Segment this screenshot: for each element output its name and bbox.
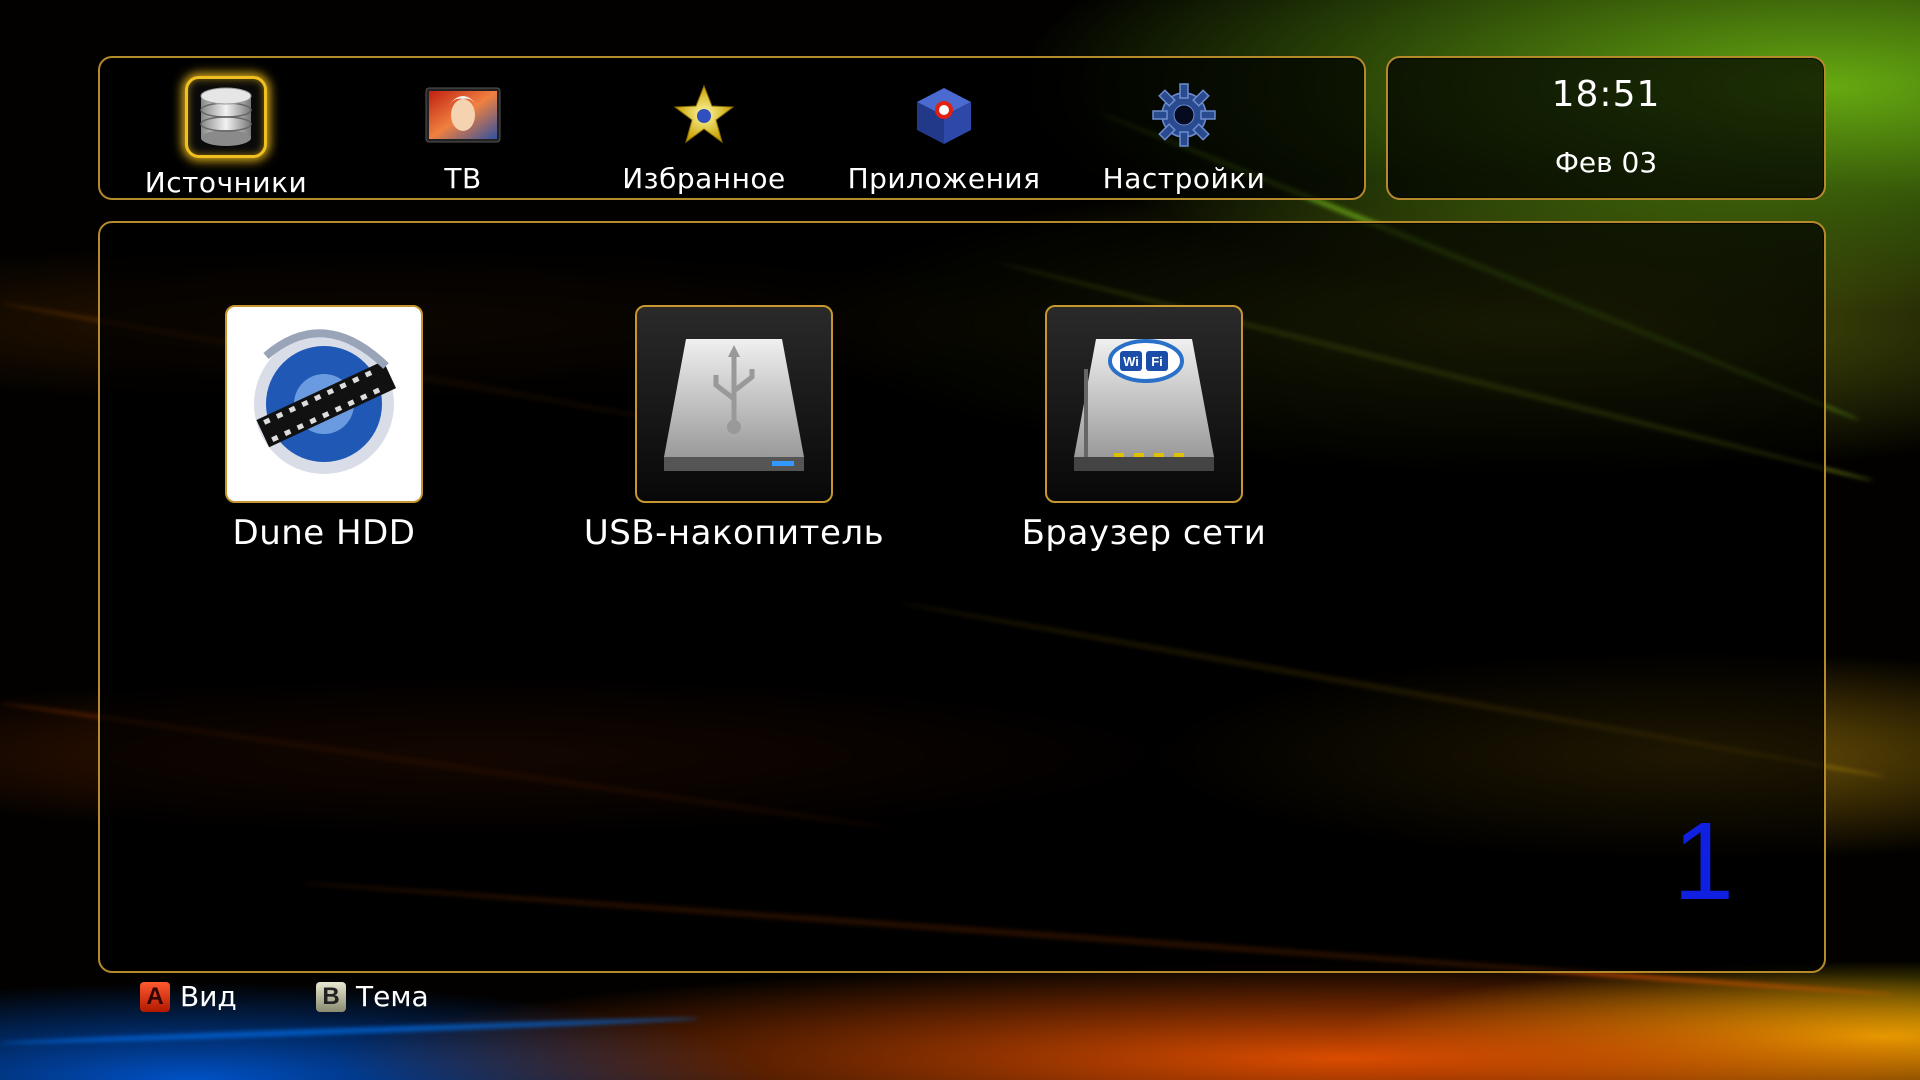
- wifi-router-icon: Wi Fi: [1045, 305, 1243, 503]
- clock-time: 18:51: [1551, 74, 1661, 115]
- page-number: 1: [1672, 800, 1734, 923]
- hint-view[interactable]: A Вид: [140, 980, 237, 1013]
- a-key-icon: A: [140, 981, 170, 1012]
- hint-theme[interactable]: B Тема: [316, 980, 429, 1013]
- nav-item-label: Приложения: [847, 162, 1041, 195]
- star-icon: [665, 76, 743, 154]
- database-icon: [185, 76, 267, 158]
- usb-drive-icon: [635, 305, 833, 503]
- apps-cube-icon: [905, 76, 983, 154]
- nav-item-label: Источники: [144, 166, 308, 199]
- hint-view-label: Вид: [180, 980, 237, 1013]
- svg-text:Fi: Fi: [1151, 354, 1163, 369]
- source-tile-dune-hdd[interactable]: Dune HDD: [154, 305, 494, 553]
- source-tile-network-browser[interactable]: Wi Fi Браузер сети: [974, 305, 1314, 553]
- source-tile-label: Dune HDD: [232, 513, 416, 553]
- source-tile-usb[interactable]: USB-накопитель: [564, 305, 904, 553]
- clock-date: Фев 03: [1554, 146, 1658, 179]
- nav-item-tv[interactable]: ТВ: [343, 76, 583, 195]
- nav-item-favorites[interactable]: Избранное: [584, 76, 824, 195]
- nav-item-apps[interactable]: Приложения: [824, 76, 1064, 195]
- sources-panel: Dune HDD USB-накопитель Wi Fi Браузер се…: [98, 221, 1826, 973]
- nav-item-sources[interactable]: Источники: [106, 76, 346, 199]
- hint-theme-label: Тема: [356, 980, 429, 1013]
- source-tile-label: USB-накопитель: [583, 513, 885, 553]
- nav-item-label: Избранное: [622, 162, 786, 195]
- svg-text:Wi: Wi: [1123, 354, 1139, 369]
- gear-icon: [1145, 76, 1223, 154]
- nav-item-settings[interactable]: Настройки: [1064, 76, 1304, 195]
- tv-icon: [424, 76, 502, 154]
- b-key-icon: B: [316, 981, 346, 1012]
- top-navigation-bar: Источники ТВ Избранное Приложения Настро…: [98, 56, 1366, 200]
- clock-panel: 18:51 Фев 03: [1386, 56, 1826, 200]
- nav-item-label: ТВ: [444, 162, 482, 195]
- nav-item-label: Настройки: [1102, 162, 1266, 195]
- source-tile-label: Браузер сети: [1021, 513, 1267, 553]
- film-reel-icon: [225, 305, 423, 503]
